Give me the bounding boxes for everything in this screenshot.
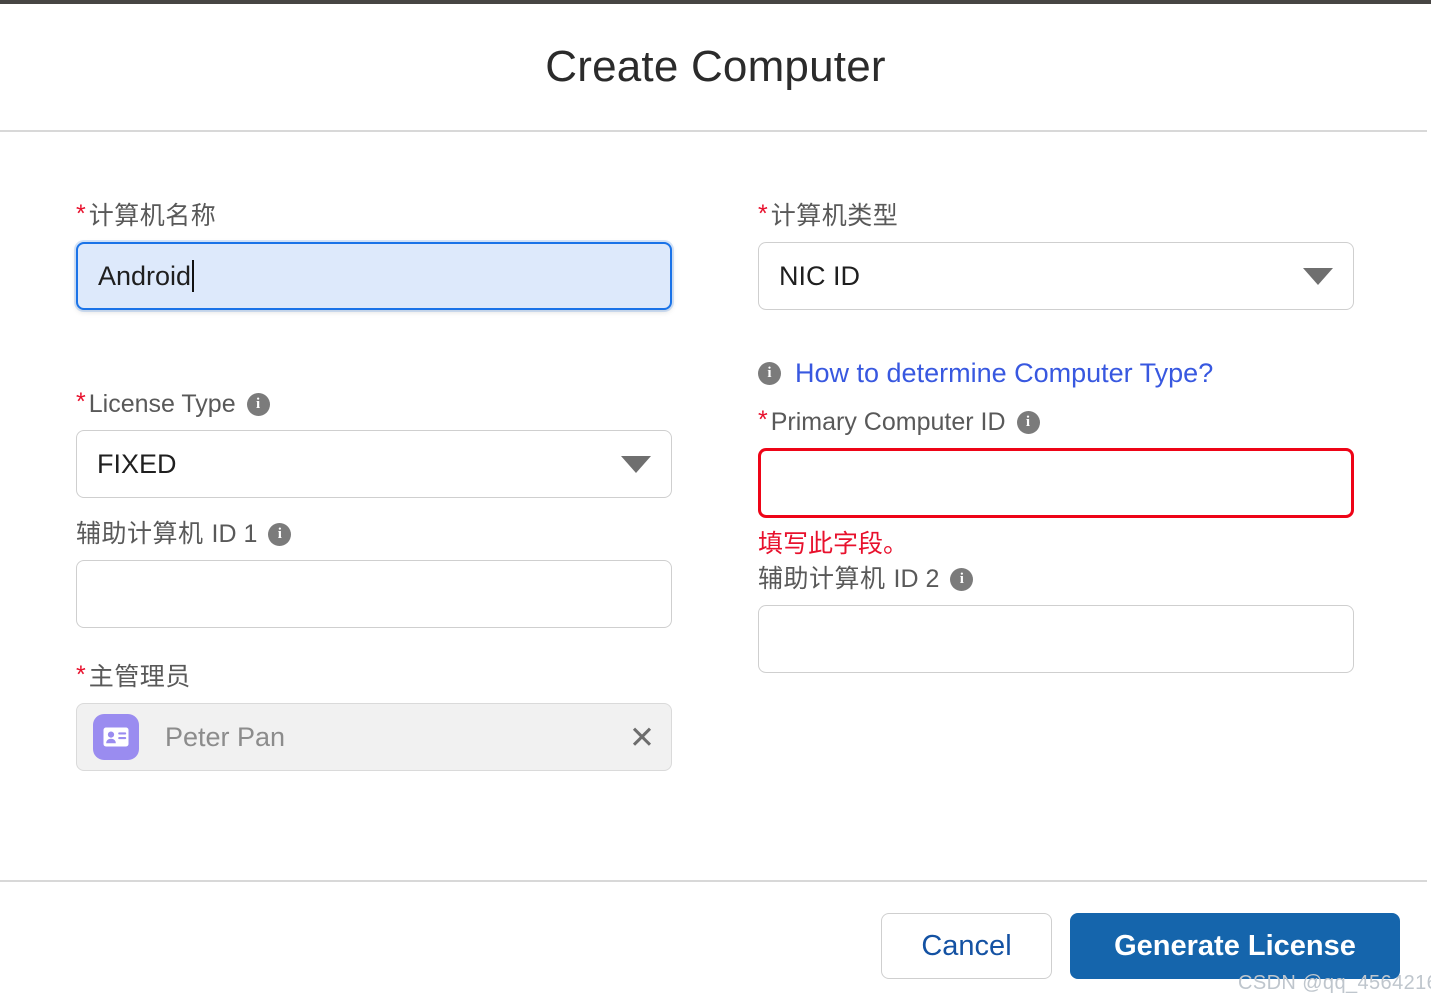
chevron-down-icon <box>1303 267 1333 285</box>
contact-card-icon <box>93 714 139 760</box>
info-icon[interactable]: i <box>950 568 974 591</box>
label-text: License Type <box>88 390 236 418</box>
label-text: Primary Computer ID <box>770 408 1006 436</box>
field-secondary-computer-id-1: 辅助计算机 ID 1 i <box>76 522 672 628</box>
primary-computer-id-input[interactable] <box>758 448 1354 518</box>
computer-type-value: NIC ID <box>779 260 860 291</box>
text-cursor <box>192 260 195 292</box>
label-suffix: ID 2 <box>893 565 940 593</box>
label-computer-name: * 计算机名称 <box>76 200 672 230</box>
info-icon[interactable]: i <box>1016 411 1040 434</box>
label-license-type: * License Type i <box>76 388 672 418</box>
close-icon[interactable]: ✕ <box>629 722 655 753</box>
label-text: 主管理员 <box>88 663 191 691</box>
label-computer-type: * 计算机类型 <box>758 200 1354 230</box>
required-asterisk: * <box>758 406 768 434</box>
primary-admin-field[interactable]: Peter Pan ✕ <box>76 703 672 771</box>
field-license-type: * License Type i FIXED <box>76 388 672 498</box>
label-secondary-computer-id-2: 辅助计算机 ID 2 i <box>758 567 1354 592</box>
computer-name-input[interactable]: Android <box>76 242 672 310</box>
license-type-select[interactable]: FIXED <box>76 430 672 498</box>
license-type-value: FIXED <box>97 448 177 479</box>
dialog-footer: Cancel Generate License <box>0 882 1431 1003</box>
chevron-down-icon <box>621 455 651 473</box>
label-text: 计算机名称 <box>88 202 217 230</box>
info-icon[interactable]: i <box>758 362 781 385</box>
field-primary-computer-id: * Primary Computer ID i 填写此字段。 <box>758 406 1354 558</box>
required-asterisk: * <box>758 200 768 228</box>
label-text: 辅助计算机 <box>758 565 886 593</box>
label-text: 计算机类型 <box>770 202 899 230</box>
computer-type-select[interactable]: NIC ID <box>758 242 1354 310</box>
computer-type-help: i How to determine Computer Type? <box>758 358 1354 389</box>
field-primary-admin: * 主管理员 Peter Pan ✕ <box>76 661 672 771</box>
info-icon[interactable]: i <box>246 393 270 416</box>
how-to-determine-computer-type-link[interactable]: How to determine Computer Type? <box>795 358 1213 389</box>
label-text: 辅助计算机 <box>76 520 204 548</box>
secondary-computer-id-1-input[interactable] <box>76 560 672 628</box>
watermark: CSDN @qq_45642161 <box>1238 972 1431 994</box>
computer-name-value: Android <box>98 260 192 291</box>
page-title: Create Computer <box>545 42 886 91</box>
primary-admin-value: Peter Pan <box>165 721 286 752</box>
label-primary-admin: * 主管理员 <box>76 661 672 691</box>
required-asterisk: * <box>76 661 86 689</box>
dialog-header: Create Computer <box>0 4 1431 130</box>
label-secondary-computer-id-1: 辅助计算机 ID 1 i <box>76 522 672 547</box>
primary-computer-id-error: 填写此字段。 <box>758 530 909 558</box>
required-asterisk: * <box>76 388 86 416</box>
label-primary-computer-id: * Primary Computer ID i <box>758 406 1354 436</box>
cancel-button[interactable]: Cancel <box>881 913 1052 979</box>
required-asterisk: * <box>76 200 86 228</box>
field-secondary-computer-id-2: 辅助计算机 ID 2 i <box>758 567 1354 673</box>
label-suffix: ID 1 <box>211 520 258 548</box>
info-icon[interactable]: i <box>268 523 292 546</box>
field-computer-type: * 计算机类型 NIC ID <box>758 200 1354 310</box>
dialog-body: * 计算机名称 Android * License Type i FIXED 辅… <box>0 132 1431 880</box>
generate-license-button[interactable]: Generate License <box>1070 913 1400 979</box>
field-computer-name: * 计算机名称 Android <box>76 200 672 310</box>
secondary-computer-id-2-input[interactable] <box>758 605 1354 673</box>
